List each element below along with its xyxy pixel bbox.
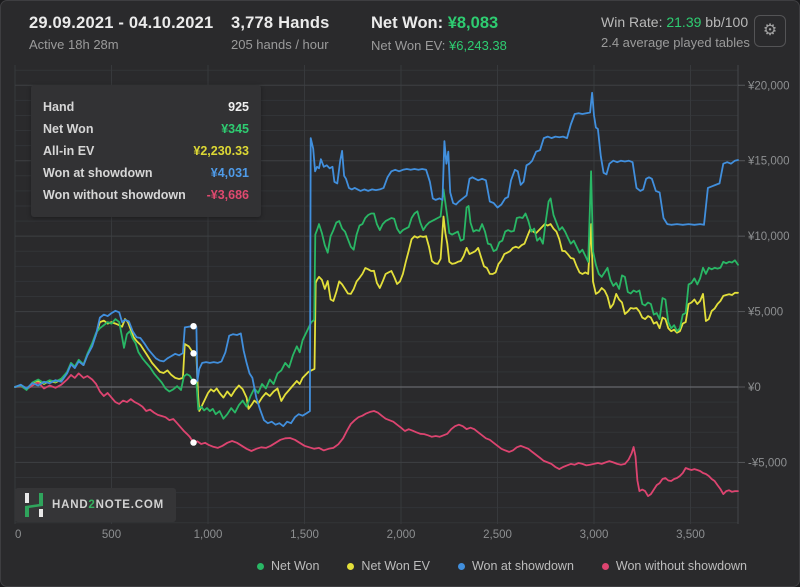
hands-total: 3,778 Hands [231,14,330,33]
tooltip-label: Won without showdown [43,188,186,202]
legend-item-net-won-ev[interactable]: Net Won EV [347,559,430,573]
legend-dot-icon [257,563,264,570]
series-line-net-won-ev [15,217,738,412]
legend-dot-icon [602,563,609,570]
legend-label: Net Won EV [361,559,430,573]
legend-dot-icon [458,563,465,570]
tooltip-label: Won at showdown [43,166,152,180]
x-axis-label: 1,500 [290,529,319,541]
y-axis-label: ¥10,000 [747,231,790,243]
net-won-ev-label: Net Won EV: [371,38,445,53]
x-axis-label: 3,000 [580,529,609,541]
y-axis-label: ¥20,000 [747,80,790,92]
settings-button[interactable]: ⚙ [754,15,786,47]
net-won-line: Net Won: ¥8,083 [371,14,507,33]
header-hands-block: 3,778 Hands 205 hands / hour [231,14,330,52]
tooltip-value: ¥4,031 [211,166,249,180]
session-report-window: ¥20,000 ¥15,000 ¥10,000 ¥5,000 ¥0 -¥5,000 0 500… [0,0,800,587]
hover-marker-dot [190,323,196,329]
tooltip-value: ¥345 [221,122,249,136]
tooltip-label: All-in EV [43,144,94,158]
gear-icon: ⚙ [763,23,777,39]
win-rate-value: 21.39 [666,14,701,30]
legend-item-net-won[interactable]: Net Won [257,559,319,573]
hover-marker-dot [190,350,196,356]
y-axis-label: -¥5,000 [748,457,787,469]
legend-label: Net Won [271,559,319,573]
tooltip-row-won-no-showdown: Won without showdown -¥3,686 [43,184,249,206]
x-axis-label: 2,500 [483,529,512,541]
date-range: 29.09.2021 - 04.10.2021 [29,14,213,33]
tooltip-row-hand: Hand 925 [43,96,249,118]
hover-marker-dot [190,439,196,445]
hands-per-hour: 205 hands / hour [231,37,330,52]
win-rate-line: Win Rate: 21.39 bb/100 [601,14,750,30]
tooltip-value: 925 [228,100,249,114]
tooltip-label: Hand [43,100,74,114]
chart-legend: Net Won Net Won EV Won at showdown Won with… [257,559,747,573]
legend-label: Won at showdown [472,559,574,573]
logo-text: HAND2NOTE.COM [52,499,164,511]
tooltip-value: -¥3,686 [207,188,249,202]
net-won-label: Net Won: [371,14,443,32]
win-rate-unit: bb/100 [701,14,748,30]
active-time: Active 18h 28m [29,37,213,52]
y-axis-label: ¥0 [747,382,761,394]
y-axis-label: ¥5,000 [747,307,783,319]
hand2note-logo[interactable]: HAND2NOTE.COM [15,488,176,522]
legend-label: Won without showdown [616,559,747,573]
tooltip-value: ¥2,230.33 [193,144,249,158]
x-axis-label: 3,500 [676,529,705,541]
avg-tables: 2.4 average played tables [601,35,750,50]
tooltip-row-net-won: Net Won ¥345 [43,118,249,140]
x-axis-label: 1,000 [194,529,223,541]
legend-item-won-without-showdown[interactable]: Won without showdown [602,559,747,573]
hand2note-h-icon [24,493,44,517]
legend-item-won-at-showdown[interactable]: Won at showdown [458,559,574,573]
y-axis-label: ¥15,000 [747,156,790,168]
net-won-ev-value: ¥6,243.38 [449,38,507,53]
hover-marker-dot [190,379,196,385]
net-won-value: ¥8,083 [448,14,498,32]
tooltip-row-allin-ev: All-in EV ¥2,230.33 [43,140,249,162]
x-axis-label: 2,000 [387,529,416,541]
header-networth-block: Net Won: ¥8,083 Net Won EV: ¥6,243.38 [371,14,507,53]
x-axis-label: 500 [102,529,121,541]
tooltip-label: Net Won [43,122,93,136]
x-axis-label: 0 [15,529,21,541]
win-rate-label: Win Rate: [601,14,662,30]
hand-tooltip: Hand 925 Net Won ¥345 All-in EV ¥2,230.3… [31,85,261,217]
legend-dot-icon [347,563,354,570]
net-won-ev-line: Net Won EV: ¥6,243.38 [371,38,507,53]
header-date-block: 29.09.2021 - 04.10.2021 Active 18h 28m [29,14,213,52]
header-winrate-block: Win Rate: 21.39 bb/100 2.4 average playe… [601,14,750,50]
tooltip-row-won-showdown: Won at showdown ¥4,031 [43,162,249,184]
